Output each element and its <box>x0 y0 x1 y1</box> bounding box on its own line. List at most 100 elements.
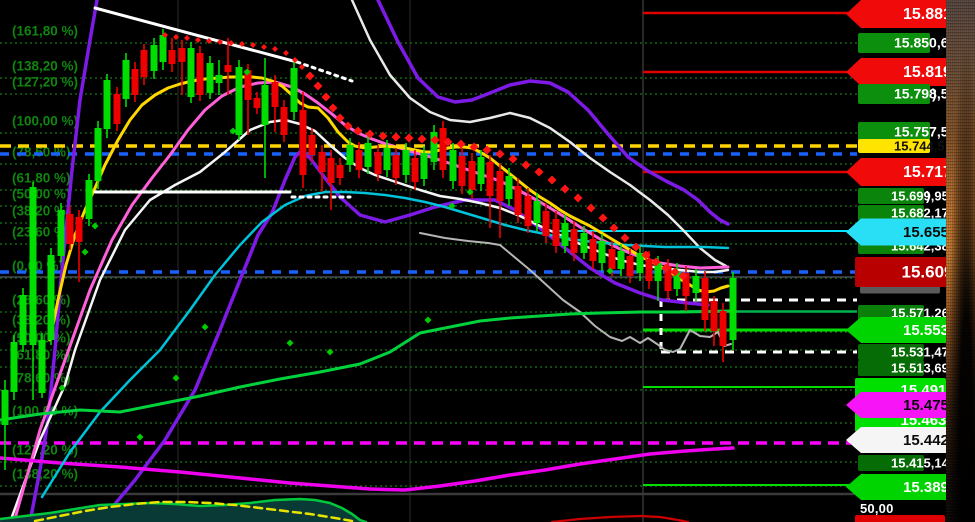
svg-text:(138,20 %): (138,20 %) <box>12 467 78 482</box>
svg-text:(100,00 %): (100,00 %) <box>12 114 78 129</box>
candle-body <box>497 171 504 201</box>
candle-body <box>132 69 139 95</box>
candle-body <box>309 135 316 155</box>
candle-body <box>637 253 644 273</box>
candle-body <box>590 239 597 261</box>
candle-body <box>2 390 9 425</box>
candle-body <box>160 35 167 62</box>
candle-body <box>618 251 625 269</box>
candle-body <box>562 223 569 246</box>
candle-body <box>114 94 121 124</box>
price-axis[interactable] <box>846 0 946 522</box>
candle-body <box>384 148 391 170</box>
candle-body <box>20 295 27 345</box>
candle-body <box>254 98 261 108</box>
candle <box>58 203 65 262</box>
candle-body <box>197 53 204 95</box>
candle-body <box>95 128 102 181</box>
candle-body <box>169 50 176 64</box>
candle-body <box>207 63 214 93</box>
svg-text:(127,20 %): (127,20 %) <box>12 75 78 90</box>
candle <box>197 46 204 101</box>
candle <box>20 288 27 352</box>
svg-text:(50,00 %): (50,00 %) <box>12 187 71 202</box>
svg-text:(61,80 %): (61,80 %) <box>12 171 71 186</box>
candle-body <box>11 342 18 392</box>
candle-body <box>487 162 494 196</box>
candle-body <box>609 249 616 269</box>
candle <box>86 174 93 226</box>
candle-body <box>328 158 335 183</box>
candle-body <box>534 201 541 223</box>
svg-text:(138,20 %): (138,20 %) <box>12 59 78 74</box>
candle-body <box>151 45 158 71</box>
candle-body <box>693 276 700 293</box>
candle-body <box>450 150 457 181</box>
candle-body <box>421 153 428 179</box>
candle-body <box>291 68 298 112</box>
candle-body <box>141 50 148 77</box>
candle-body <box>469 161 476 190</box>
candle-body <box>337 165 344 178</box>
candle <box>39 333 46 398</box>
svg-text:(161,80 %): (161,80 %) <box>12 24 78 39</box>
candle-body <box>711 301 718 331</box>
candle-body <box>356 150 363 170</box>
candle-body <box>48 255 55 340</box>
candle-body <box>581 233 588 253</box>
candle <box>11 335 18 400</box>
candle-body <box>179 48 186 62</box>
candle-body <box>272 82 279 107</box>
candle-body <box>104 80 111 129</box>
candle-body <box>459 156 466 186</box>
price-chart-svg: (161,80 %)(138,20 %)(127,20 %)(100,00 %)… <box>0 0 975 522</box>
candle-body <box>123 60 130 99</box>
candle-body <box>39 340 46 393</box>
candle-body <box>225 65 232 72</box>
candle-body <box>525 196 532 226</box>
desktop-wallpaper <box>946 0 975 522</box>
candle-body <box>393 155 400 178</box>
candle-body <box>67 214 74 244</box>
candle-body <box>440 128 447 170</box>
candle-body <box>720 311 727 346</box>
candle <box>730 272 737 350</box>
trading-chart-window: (161,80 %)(138,20 %)(127,20 %)(100,00 %)… <box>0 0 975 522</box>
candle <box>104 74 111 138</box>
candle-body <box>300 110 307 175</box>
candle-body <box>216 75 223 83</box>
candle-body <box>403 150 410 175</box>
candle-body <box>76 217 83 242</box>
candle-body <box>730 278 737 340</box>
candle-body <box>543 211 550 236</box>
candle <box>291 62 298 120</box>
candle-body <box>571 229 578 253</box>
candle <box>95 121 102 189</box>
candle-body <box>236 67 243 135</box>
candle-body <box>412 158 419 182</box>
candle-body <box>347 145 354 165</box>
candle-body <box>515 186 522 215</box>
candle-body <box>281 107 288 135</box>
candle-body <box>646 259 653 281</box>
candle-body <box>58 210 65 256</box>
candle <box>440 121 447 178</box>
candle-body <box>375 152 382 174</box>
candle-body <box>478 157 485 184</box>
candle-body <box>319 152 326 172</box>
candle-body <box>262 85 269 125</box>
candle-body <box>702 278 709 320</box>
candle <box>188 42 195 103</box>
indicator-scale-label: 50,00 <box>860 501 894 516</box>
candle <box>123 53 130 107</box>
candle-body <box>553 219 560 246</box>
candle-body <box>188 48 195 97</box>
candle-body <box>86 180 93 219</box>
candle-body <box>506 176 513 199</box>
candle-body <box>599 241 606 263</box>
candle-body <box>30 187 37 345</box>
candle <box>236 60 243 140</box>
candle <box>48 248 55 345</box>
candle-body <box>365 143 372 167</box>
candle-body <box>627 256 634 276</box>
